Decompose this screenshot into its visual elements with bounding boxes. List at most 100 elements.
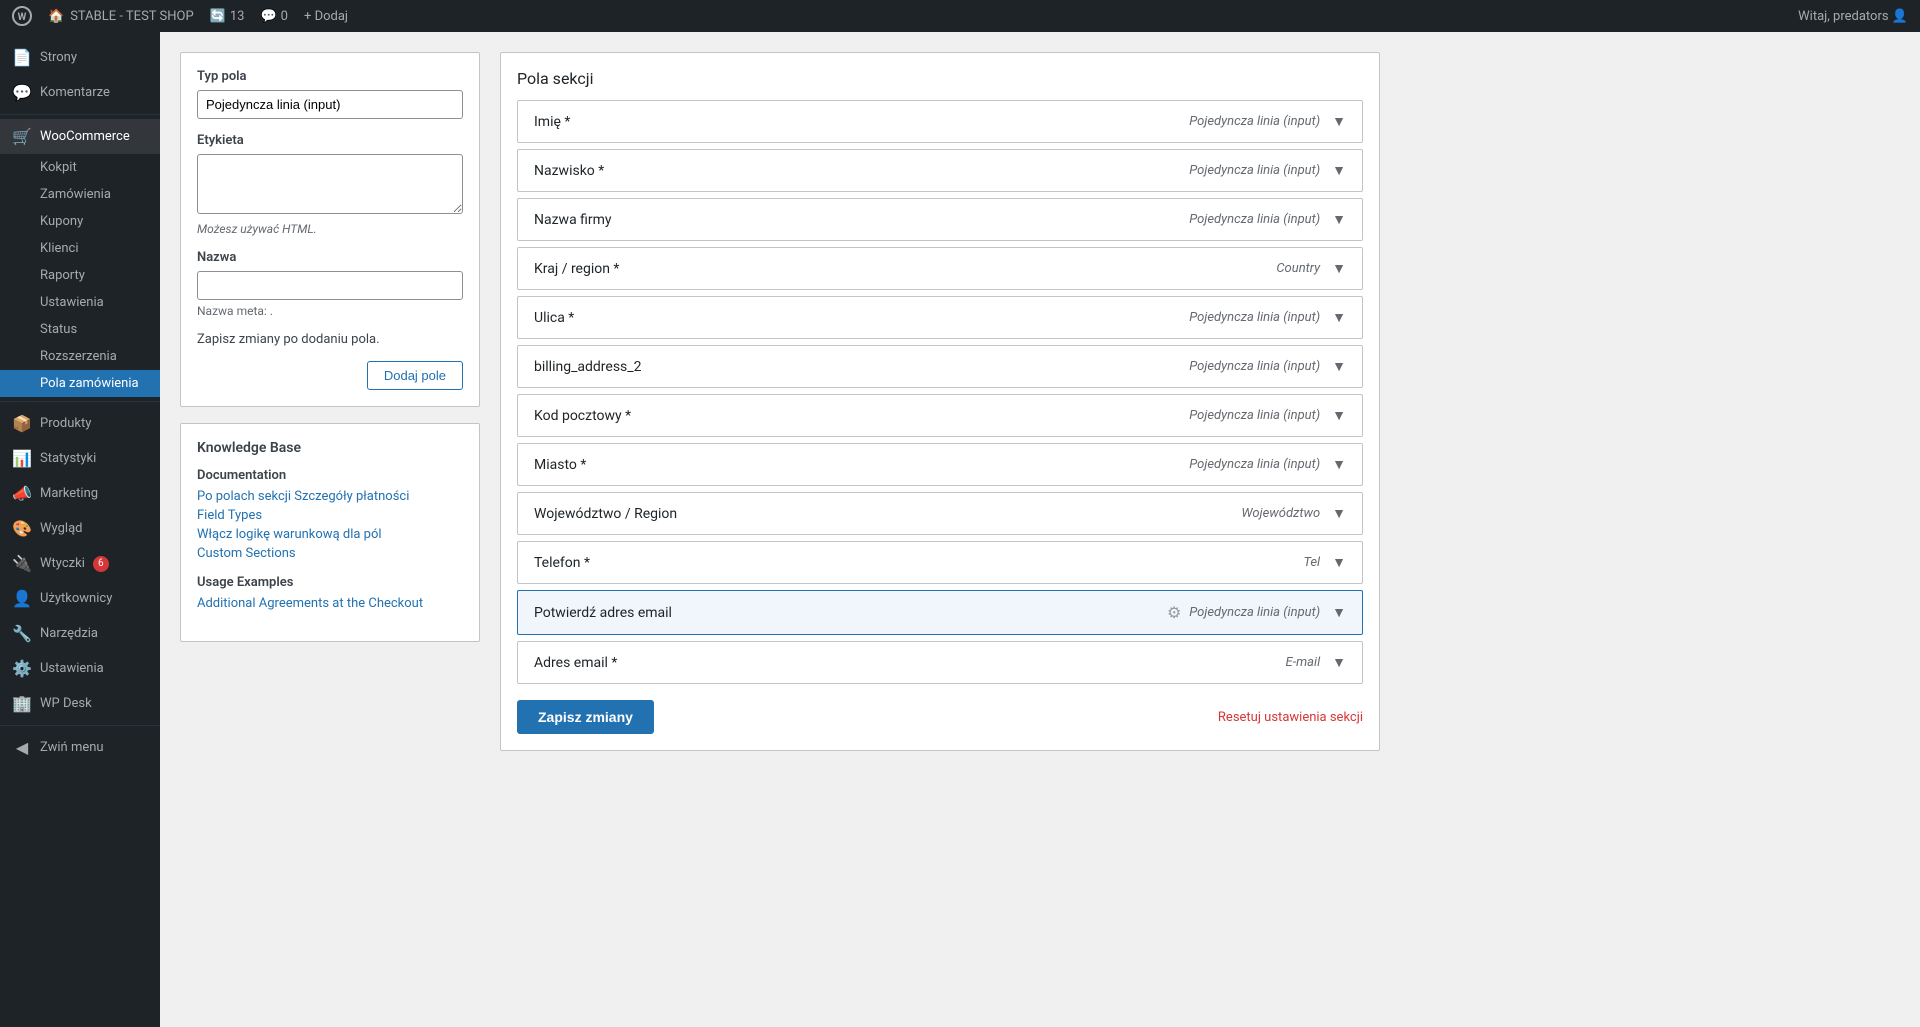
kb-documentation-section: Documentation Po polach sekcji Szczegóły… [197,468,463,561]
field-row[interactable]: Adres email *E-mail▼ [517,641,1363,684]
field-row[interactable]: Miasto *Pojedyncza linia (input) ▼ [517,443,1363,486]
chevron-down-icon[interactable]: ▼ [1332,113,1346,130]
chevron-down-icon[interactable]: ▼ [1332,554,1346,571]
label-input[interactable] [197,154,463,214]
sidebar-item-strony[interactable]: 📄 Strony [0,40,160,75]
sidebar-item-label: Narzędzia [40,626,98,641]
sidebar-item-wyglad[interactable]: 🎨 Wygląd [0,511,160,546]
field-row[interactable]: Imię *Pojedyncza linia (input) ▼ [517,100,1363,143]
field-label: Adres email * [534,655,1285,671]
appearance-icon: 🎨 [12,519,32,538]
chevron-down-icon[interactable]: ▼ [1332,358,1346,375]
chevron-down-icon[interactable]: ▼ [1332,654,1346,671]
sidebar-item-ustawienia[interactable]: ⚙️ Ustawienia [0,651,160,686]
sidebar-item-uzytkownicy[interactable]: 👤 Użytkownicy [0,581,160,616]
sidebar-item-marketing[interactable]: 📣 Marketing [0,476,160,511]
sidebar-item-narzedzia[interactable]: 🔧 Narzędzia [0,616,160,651]
field-type-text: Pojedyncza linia (input) [1189,408,1320,423]
columns-wrapper: Typ pola Pojedyncza linia (input) Wielol… [180,52,1380,751]
products-icon: 📦 [12,414,32,433]
sidebar-sub-pola[interactable]: Pola zamówienia [0,370,160,397]
wp-logo[interactable]: W [12,6,32,26]
sidebar-sub-klienci[interactable]: Klienci [0,235,160,262]
sidebar-item-label: Komentarze [40,85,110,100]
field-row[interactable]: Nazwa firmyPojedyncza linia (input) ▼ [517,198,1363,241]
chevron-down-icon[interactable]: ▼ [1332,505,1346,522]
sidebar-sub-status[interactable]: Status [0,316,160,343]
field-label: Imię * [534,114,1189,130]
sidebar-item-statystyki[interactable]: 📊 Statystyki [0,441,160,476]
add-field-button[interactable]: Dodaj pole [367,361,463,390]
field-row[interactable]: Telefon *Tel▼ [517,541,1363,584]
field-type-text: Country [1276,261,1320,276]
field-label: Telefon * [534,555,1303,571]
section-fields-title: Pola sekcji [517,69,1363,88]
sidebar-item-label: WP Desk [40,696,92,711]
kb-link-billing[interactable]: Po polach sekcji Szczegóły płatności [197,489,463,504]
sidebar-item-zwij[interactable]: ◀ Zwiń menu [0,730,160,765]
field-row[interactable]: Kod pocztowy *Pojedyncza linia (input)▼ [517,394,1363,437]
field-row[interactable]: Potwierdź adres email⚙Pojedyncza linia (… [517,590,1363,635]
field-label: Nazwa firmy [534,212,1189,228]
kb-link-custom-sections[interactable]: Custom Sections [197,546,463,561]
add-new-item[interactable]: + Dodaj [304,9,348,24]
right-column: Pola sekcji Imię *Pojedyncza linia (inpu… [500,52,1380,751]
howdy-text: Witaj, predators 👤 [1798,9,1908,24]
chevron-down-icon[interactable]: ▼ [1332,260,1346,277]
kb-link-agreements[interactable]: Additional Agreements at the Checkout [197,596,463,611]
tools-icon: 🔧 [12,624,32,643]
comments-item[interactable]: 💬 0 [260,9,288,24]
field-row[interactable]: Kraj / region *Country ▼ [517,247,1363,290]
settings-icon: ⚙️ [12,659,32,678]
field-type-select[interactable]: Pojedyncza linia (input) Wieloliniowy (t… [197,90,463,119]
site-name[interactable]: 🏠 STABLE - TEST SHOP [48,9,194,24]
plugins-badge: 6 [93,556,109,572]
field-label: Kraj / region * [534,261,1276,277]
kb-link-conditional[interactable]: Włącz logikę warunkową dla pól [197,527,463,542]
sidebar-item-label: Wygląd [40,521,82,536]
kb-title: Knowledge Base [197,440,463,456]
sidebar-sub-zamowienia[interactable]: Zamówienia [0,181,160,208]
field-row[interactable]: Ulica *Pojedyncza linia (input)▼ [517,296,1363,339]
left-column: Typ pola Pojedyncza linia (input) Wielol… [180,52,480,751]
sidebar-item-label: Marketing [40,486,98,501]
field-type-text: Pojedyncza linia (input) [1189,212,1320,227]
field-type-text: Pojedyncza linia (input) [1189,457,1320,472]
save-changes-button[interactable]: Zapisz zmiany [517,700,654,734]
name-input[interactable] [197,271,463,300]
field-row[interactable]: Województwo / RegionWojewództwo▼ [517,492,1363,535]
sidebar-item-wpdesk[interactable]: 🏢 WP Desk [0,686,160,721]
chevron-down-icon[interactable]: ▼ [1332,162,1346,179]
field-row[interactable]: Nazwisko *Pojedyncza linia (input)▼ [517,149,1363,192]
field-label: Miasto * [534,457,1189,473]
sidebar-item-produkty[interactable]: 📦 Produkty [0,406,160,441]
kb-link-field-types[interactable]: Field Types [197,508,463,523]
comments-icon: 💬 [260,9,276,24]
save-note: Zapisz zmiany po dodaniu pola. [197,332,463,347]
sidebar-sub-ustawienia[interactable]: Ustawienia [0,289,160,316]
updates-item[interactable]: 🔄 13 [210,9,245,24]
label-field-label: Etykieta [197,133,463,148]
sidebar-item-wtyczki[interactable]: 🔌 Wtyczki 6 [0,546,160,581]
field-type-text: Pojedyncza linia (input) [1189,163,1320,178]
chevron-down-icon[interactable]: ▼ [1332,456,1346,473]
updates-count: 13 [230,9,245,24]
chevron-down-icon[interactable]: ▼ [1332,407,1346,424]
sidebar-item-label: Ustawienia [40,661,104,676]
users-icon: 👤 [12,589,32,608]
knowledge-base-box: Knowledge Base Documentation Po polach s… [180,423,480,642]
reset-link[interactable]: Resetuj ustawienia sekcji [1218,710,1363,725]
sidebar-item-woocommerce[interactable]: 🛒 WooCommerce [0,119,160,154]
field-type-text: Pojedyncza linia (input) [1189,114,1320,129]
sidebar-item-komentarze[interactable]: 💬 Komentarze [0,75,160,110]
chevron-down-icon[interactable]: ▼ [1332,604,1346,621]
site-icon: 🏠 [48,9,64,24]
field-label: Ulica * [534,310,1189,326]
sidebar-sub-rozszerzenia[interactable]: Rozszerzenia [0,343,160,370]
sidebar-sub-kupony[interactable]: Kupony [0,208,160,235]
field-row[interactable]: billing_address_2Pojedyncza linia (input… [517,345,1363,388]
sidebar-sub-kokpit[interactable]: Kokpit [0,154,160,181]
chevron-down-icon[interactable]: ▼ [1332,211,1346,228]
chevron-down-icon[interactable]: ▼ [1332,309,1346,326]
sidebar-sub-raporty[interactable]: Raporty [0,262,160,289]
